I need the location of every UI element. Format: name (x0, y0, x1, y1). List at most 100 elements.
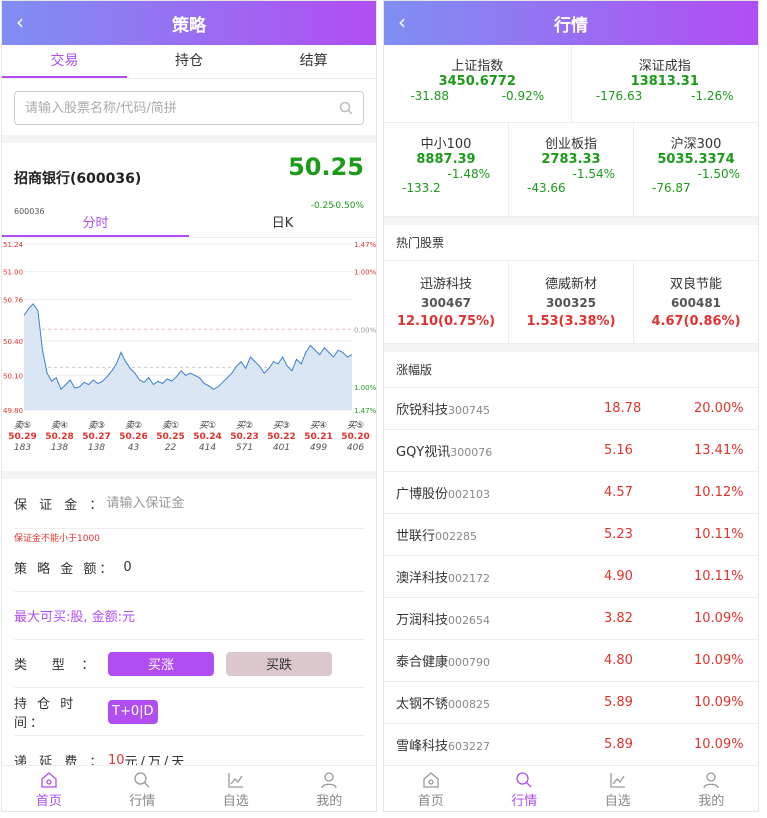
gainer-row[interactable]: 太钢不锈000825 5.89 10.09% (384, 682, 758, 724)
index-card[interactable]: 上证指数 3450.6772 -31.88 -0.92% (384, 45, 572, 122)
hold-time-button[interactable]: T+0|D (108, 699, 158, 724)
order-price: 50.28 (45, 432, 74, 442)
gainer-name-cell: 雪峰科技603227 (396, 735, 604, 754)
hot-stock-price: 12.10(0.75%) (396, 314, 496, 329)
order-book: 卖⑤ 50.29 183 卖④ 50.28 138 卖③ 50.27 138 卖② 50.26 43 卖… (2, 417, 376, 471)
index-change-pct: -1.54% (572, 167, 615, 181)
gainer-price: 5.23 (604, 527, 633, 542)
order-price: 50.21 (304, 432, 333, 442)
index-value: 3450.6772 (438, 74, 516, 89)
tab-trade[interactable]: 交易 (2, 45, 127, 78)
gainer-row[interactable]: 澳洋科技002172 4.90 10.11% (384, 556, 758, 598)
hot-stock-name: 双良节能 (669, 277, 722, 292)
gainers-list: 欣锐科技300745 18.78 20.00% GQY视讯300076 5.16 13.4… (384, 388, 758, 766)
app-header: ‹ 策略 (2, 1, 376, 45)
divider (2, 471, 376, 479)
tabbar-market[interactable]: 行情 (96, 766, 190, 811)
page-title: 策略 (172, 15, 206, 36)
tabbar-watchlist[interactable]: 自选 (571, 766, 665, 811)
stock-name: 招商银行(600036) (14, 171, 142, 187)
tabbar-home-label: 首页 (417, 794, 444, 809)
order-label: 卖⑤ (13, 421, 32, 431)
gainer-name: 雪峰科技 (396, 739, 449, 754)
index-card[interactable]: 深证成指 13813.31 -176.63 -1.26% (572, 45, 759, 122)
hot-stock-card[interactable]: 德威新材 300325 1.53(3.38%) (509, 261, 634, 343)
gainer-code: 002103 (448, 488, 491, 501)
tabbar-mine[interactable]: 我的 (665, 766, 759, 811)
gainer-pct: 10.11% (694, 569, 744, 584)
gainer-code: 300745 (448, 404, 491, 417)
tabbar-home[interactable]: 首页 (2, 766, 96, 811)
hot-stock-card[interactable]: 双良节能 600481 4.67(0.86%) (634, 261, 758, 343)
gainer-row[interactable]: 世联行002285 5.23 10.11% (384, 514, 758, 556)
hot-stocks-row: 迅游科技 300467 12.10(0.75%) 德威新材 300325 1.53(3.3… (384, 261, 758, 344)
chart-y-tick-right: 1.47% (354, 407, 376, 415)
order-price: 50.22 (267, 432, 296, 442)
gainer-row[interactable]: 雪峰科技603227 5.89 10.09% (384, 724, 758, 766)
hot-stock-card[interactable]: 迅游科技 300467 12.10(0.75%) (384, 261, 509, 343)
gainer-row[interactable]: 万润科技002654 3.82 10.09% (384, 598, 758, 640)
chart-y-tick-left: 51.00 (3, 269, 23, 277)
index-change: -43.66 (527, 181, 566, 195)
gainer-pct: 20.00% (694, 401, 744, 416)
gainer-price: 18.78 (604, 401, 642, 416)
index-name: 沪深300 (670, 137, 722, 152)
tab-position[interactable]: 持仓 (127, 45, 252, 78)
buy-up-button[interactable]: 买涨 (108, 651, 214, 676)
gainer-row[interactable]: 广博股份002103 4.57 10.12% (384, 472, 758, 514)
tabbar-watchlist[interactable]: 自选 (189, 766, 283, 811)
hot-stock-name: 德威新材 (544, 277, 597, 292)
strategy-screen: ‹ 策略 交易 持仓 结算 招商银行(600036) 50.25 -0.25 -… (1, 0, 377, 812)
tabbar-mine[interactable]: 我的 (283, 766, 377, 811)
tabbar-market[interactable]: 行情 (478, 766, 572, 811)
search-icon[interactable] (339, 101, 353, 115)
gainer-name-cell: GQY视讯300076 (396, 441, 604, 460)
gainer-pct: 10.12% (694, 485, 744, 500)
index-name: 中小100 (420, 137, 472, 152)
tabbar-home[interactable]: 首页 (384, 766, 478, 811)
margin-input[interactable] (106, 496, 364, 511)
index-card[interactable]: 创业板指 2783.33 -1.54% -43.66 (509, 123, 634, 216)
strategy-tabs: 交易 持仓 结算 (2, 45, 376, 79)
order-price: 50.24 (193, 432, 222, 442)
gainer-name: 万润科技 (396, 613, 449, 628)
tabbar-mine-label: 我的 (316, 794, 343, 809)
hot-stock-name: 迅游科技 (419, 277, 472, 292)
tab-daily-k[interactable]: 日K (189, 213, 376, 237)
index-row-mid: 中小100 8887.39 -1.48% -133.2 创业板指 2783.33… (384, 123, 758, 217)
index-card[interactable]: 中小100 8887.39 -1.48% -133.2 (384, 123, 509, 216)
gainer-name: 澳洋科技 (396, 571, 449, 586)
page-title: 行情 (554, 15, 588, 36)
tab-settlement[interactable]: 结算 (251, 45, 376, 78)
order-volume: 406 (346, 443, 365, 453)
back-icon[interactable]: ‹ (398, 10, 406, 34)
divider (384, 344, 758, 352)
order-price: 50.26 (119, 432, 148, 442)
back-icon[interactable]: ‹ (16, 10, 24, 34)
gainer-row[interactable]: 泰合健康000790 4.80 10.09% (384, 640, 758, 682)
gainer-code: 002654 (448, 614, 491, 627)
order-volume: 401 (272, 443, 291, 453)
search-icon (516, 772, 532, 788)
index-change: -176.63 (595, 89, 643, 103)
gainer-row[interactable]: 欣锐科技300745 18.78 20.00% (384, 388, 758, 430)
gainer-row[interactable]: GQY视讯300076 5.16 13.41% (384, 430, 758, 472)
trade-form: 保 证 金 ： 保证金不能小于1000 策 略 金 额： 0 最大可买:股, 金… (2, 479, 376, 784)
order-book-level: 卖⑤ 50.29 183 (4, 421, 41, 471)
gainer-name-cell: 广博股份002103 (396, 483, 604, 502)
tabbar-mine-label: 我的 (698, 794, 725, 809)
index-card[interactable]: 沪深300 5035.3374 -1.50% -76.87 (634, 123, 758, 216)
gainer-code: 002285 (435, 530, 478, 543)
order-book-level: 买④ 50.21 499 (300, 421, 337, 471)
gainer-name: 世联行 (396, 529, 436, 544)
order-label: 卖② (124, 421, 143, 431)
strategy-amount-value: 0 (123, 560, 132, 575)
buy-down-button[interactable]: 买跌 (226, 651, 332, 676)
order-book-level: 卖② 50.26 43 (115, 421, 152, 471)
search-icon (134, 772, 150, 788)
order-price: 50.27 (82, 432, 111, 442)
chart-icon (228, 773, 243, 788)
order-book-level: 卖③ 50.27 138 (78, 421, 115, 471)
tab-intraday[interactable]: 分时 (2, 213, 189, 237)
stock-search-input[interactable] (25, 100, 339, 116)
